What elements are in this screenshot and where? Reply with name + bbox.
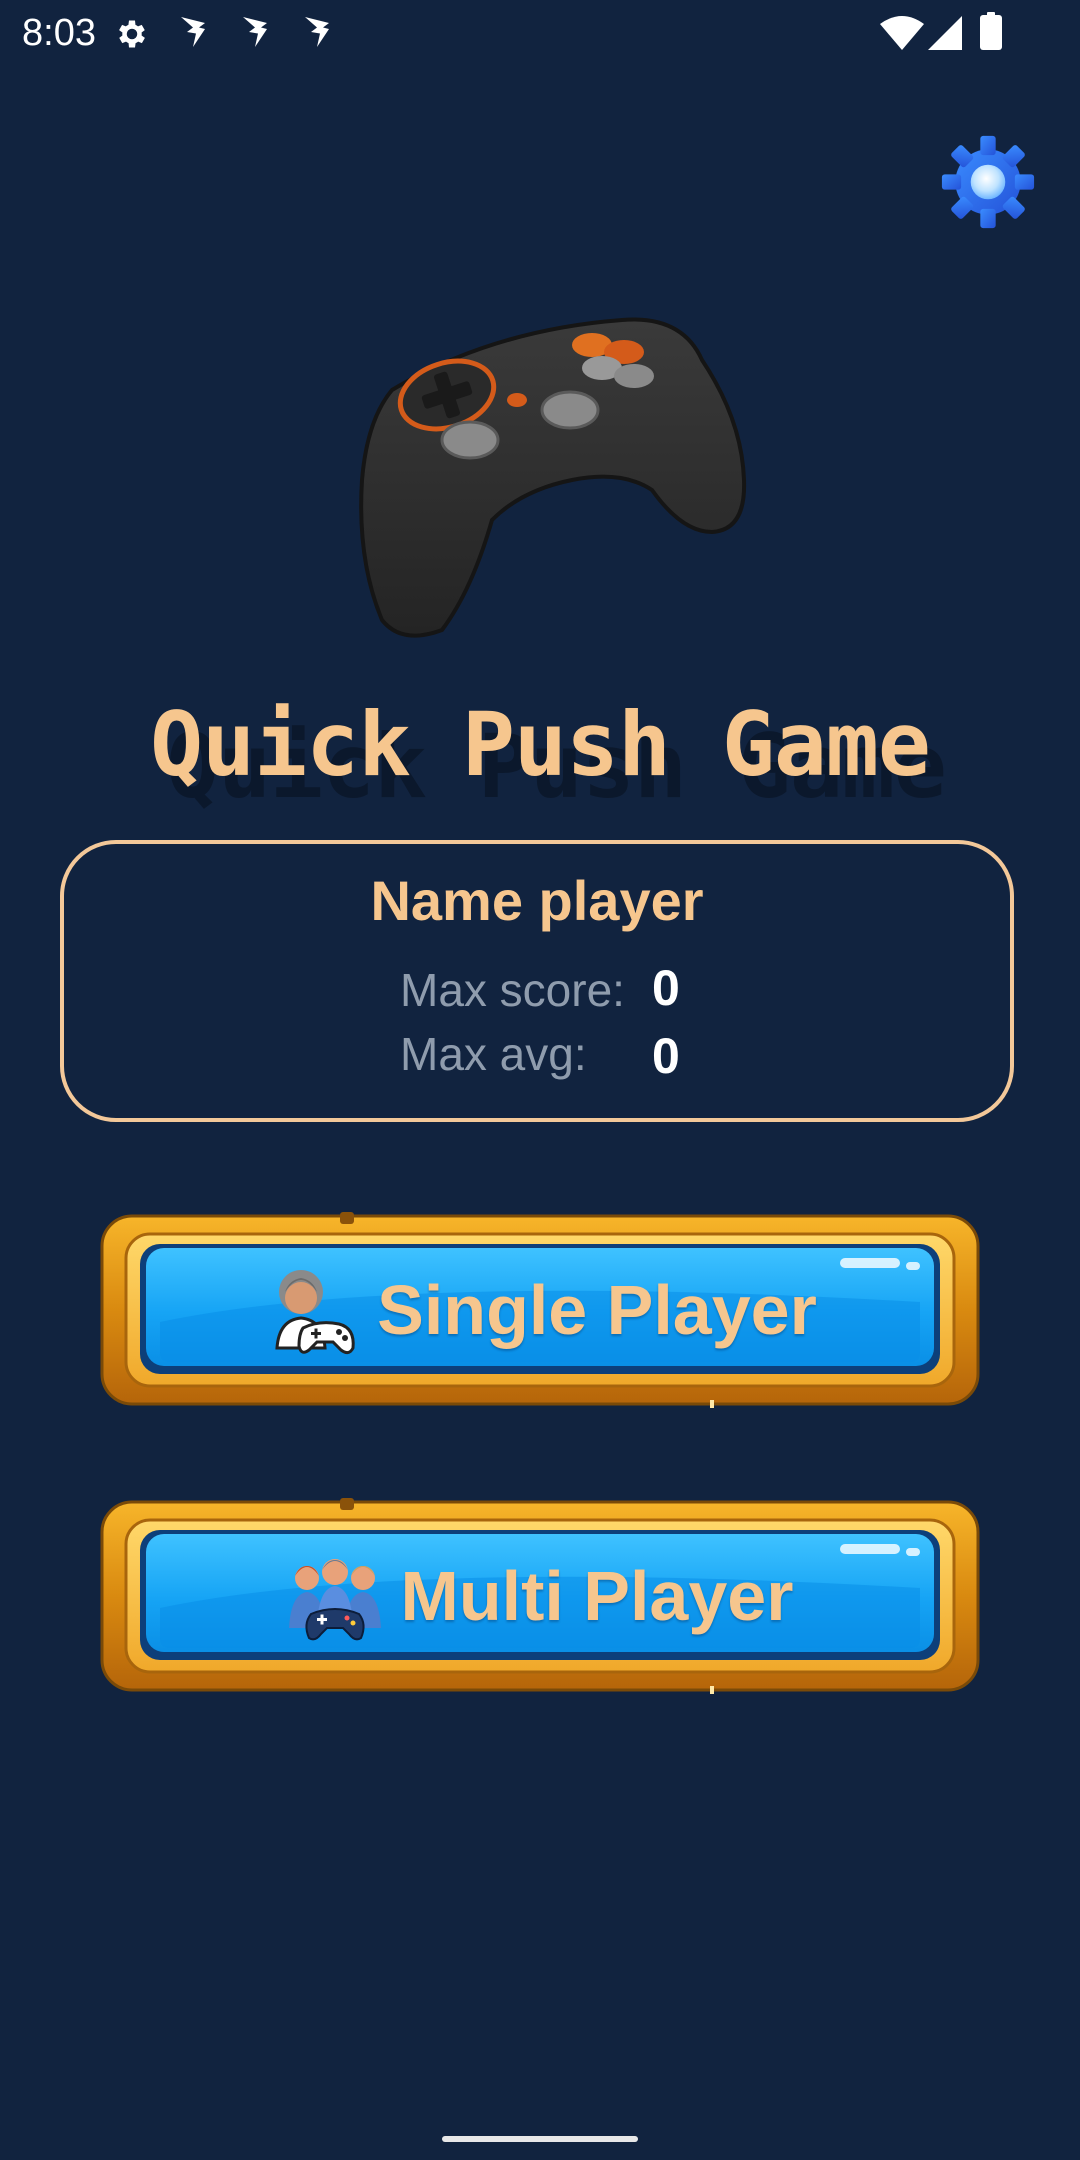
notification-icon xyxy=(243,17,267,47)
status-bar: 8:03 xyxy=(0,0,1080,66)
max-score-label: Max score: xyxy=(400,964,625,1016)
notification-icon xyxy=(305,17,329,47)
settings-icon xyxy=(119,20,145,48)
player-name[interactable]: Name player xyxy=(64,866,1010,936)
notification-icon xyxy=(181,17,205,47)
wifi-icon xyxy=(880,16,924,50)
signal-icon xyxy=(928,16,962,50)
app-title-wrap: Quick Push Game Quick Push Game xyxy=(0,690,1080,830)
gear-icon[interactable] xyxy=(940,134,1036,230)
single-player-label: Single Player xyxy=(377,1271,817,1349)
home-indicator[interactable] xyxy=(442,2136,638,2142)
max-avg-value: 0 xyxy=(652,1028,680,1084)
multi-player-label: Multi Player xyxy=(400,1557,794,1635)
app-title: Quick Push Game xyxy=(150,693,931,796)
single-player-button[interactable]: Single Player xyxy=(100,1212,980,1408)
player-with-controller-icon xyxy=(275,1270,355,1355)
max-score-value: 0 xyxy=(652,960,680,1016)
status-time: 8:03 xyxy=(22,12,96,54)
game-controller-icon xyxy=(359,317,747,638)
multi-player-button[interactable]: Multi Player xyxy=(100,1498,980,1694)
player-card: Name player Max score: 0 Max avg: 0 xyxy=(60,840,1014,1122)
group-with-controller-icon xyxy=(288,1559,381,1641)
max-avg-label: Max avg: xyxy=(400,1028,587,1080)
main-screen: 8:03 Quick Push Game Quick Push Game Nam… xyxy=(0,0,1080,2160)
battery-icon xyxy=(980,12,1002,50)
multi-player-content: Multi Player xyxy=(100,1498,980,1694)
single-player-content: Single Player xyxy=(100,1212,980,1408)
